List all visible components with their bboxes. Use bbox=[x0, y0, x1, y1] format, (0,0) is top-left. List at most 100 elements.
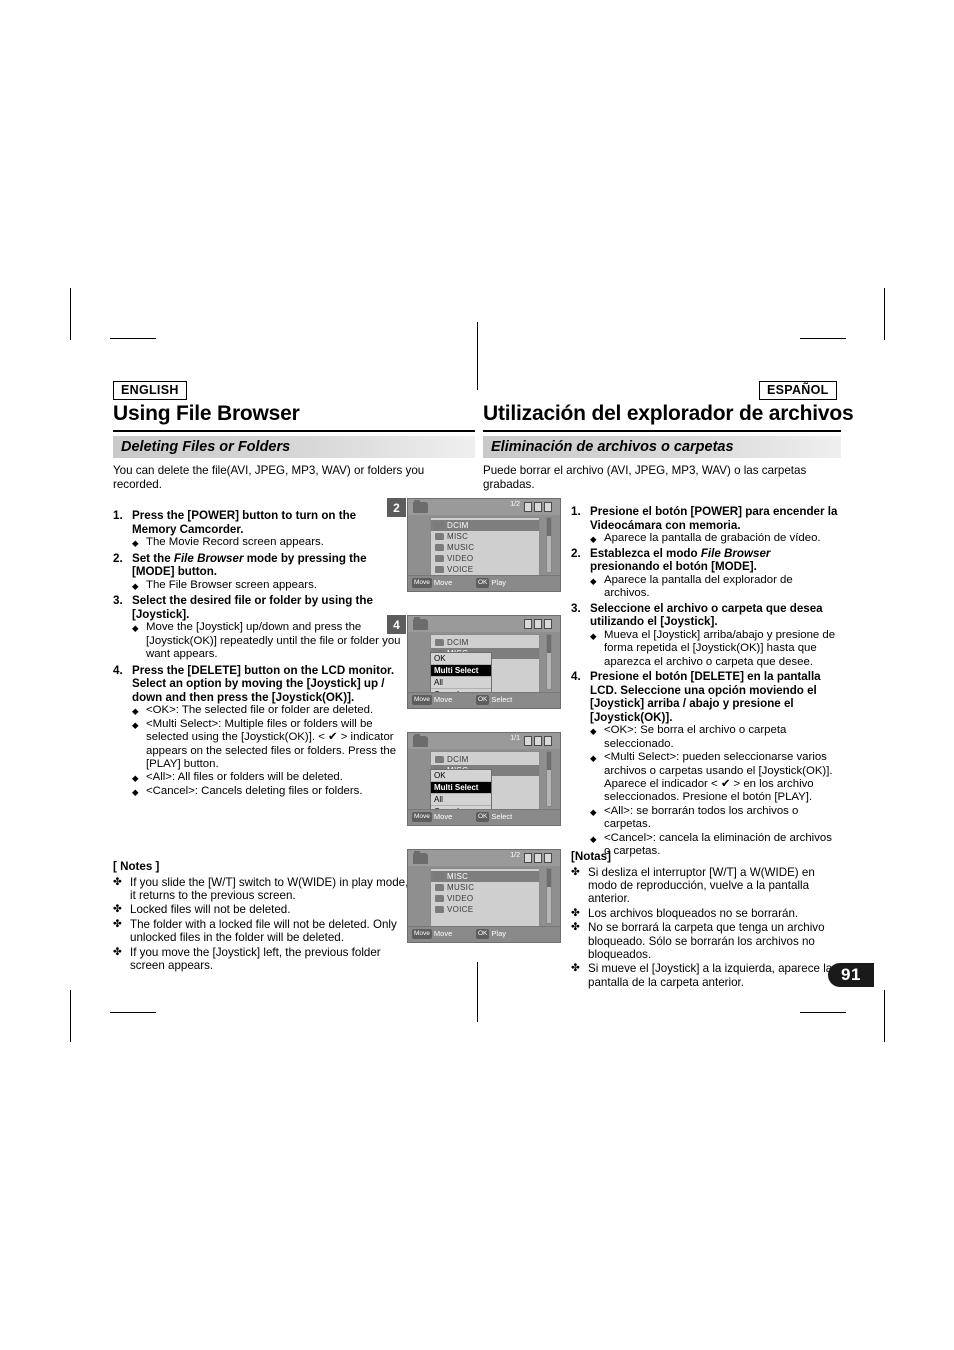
bullet-text: <OK>: The selected file or folder are de… bbox=[146, 704, 374, 717]
list-item-label: MISC bbox=[447, 872, 469, 881]
step-bullets: ◆ The File Browser screen appears. bbox=[113, 579, 403, 592]
folder-icon bbox=[435, 522, 444, 529]
note-text: Los archivos bloqueados no se borrarán. bbox=[588, 906, 799, 920]
folder-icon bbox=[435, 555, 444, 562]
clover-icon: ✤ bbox=[571, 921, 580, 934]
folder-icon bbox=[413, 734, 428, 747]
manual-page: ENGLISH Using File Browser Deleting File… bbox=[0, 0, 954, 1350]
scrollbar[interactable] bbox=[546, 868, 552, 924]
list-item[interactable]: DCIM bbox=[431, 520, 539, 531]
bullet-item: ◆ Move the [Joystick] up/down and press t… bbox=[113, 621, 403, 661]
folder-icon bbox=[435, 533, 444, 540]
bottom-left-hint: Move Move bbox=[412, 929, 452, 939]
list-item[interactable]: MISC bbox=[431, 871, 539, 882]
menu-item-all[interactable]: All bbox=[431, 794, 491, 806]
diamond-icon: ◆ bbox=[590, 575, 597, 586]
diamond-icon: ◆ bbox=[132, 538, 139, 549]
list-item[interactable]: DCIM bbox=[431, 754, 539, 765]
bullet-text: <All>: se borrarán todos los archivos o … bbox=[604, 804, 799, 831]
folder-icon bbox=[435, 544, 444, 551]
section-subhead-english: Deleting Files or Folders bbox=[113, 436, 475, 458]
list-item[interactable]: VOICE bbox=[431, 564, 539, 575]
diamond-icon: ◆ bbox=[590, 726, 597, 737]
language-tag-english: ENGLISH bbox=[113, 381, 187, 400]
battery-icon bbox=[524, 619, 556, 629]
step-text-italic: File Browser bbox=[173, 551, 244, 565]
list-item-label: MUSIC bbox=[447, 543, 475, 552]
title-rule-right bbox=[483, 430, 841, 432]
list-item[interactable]: MUSIC bbox=[431, 882, 539, 893]
joystick-key-icon: Move bbox=[412, 812, 432, 822]
menu-item-ok[interactable]: OK bbox=[431, 653, 491, 665]
list-item-label: VOICE bbox=[447, 565, 474, 574]
diamond-icon: ◆ bbox=[132, 786, 139, 797]
note-item: ✤ Los archivos bloqueados no se borrarán. bbox=[571, 907, 839, 920]
step-item: 1. Press the [POWER] button to turn on t… bbox=[113, 509, 403, 550]
bullet-item: ◆ Aparece la pantalla del explorador de a… bbox=[571, 574, 839, 601]
step-item: 2. Set the File Browser mode by pressing… bbox=[113, 552, 403, 593]
step-item: 4. Press the [DELETE] button on the LCD … bbox=[113, 664, 403, 799]
lcd-bottombar: Move Move OK Play bbox=[408, 926, 560, 942]
bullet-text: <All>: All files or folders will be dele… bbox=[146, 771, 343, 784]
column-divider-bottom bbox=[477, 962, 478, 1022]
scrollbar[interactable] bbox=[546, 634, 552, 690]
battery-icon bbox=[524, 736, 556, 746]
bullet-item: ◆ <OK>: Se borra el archivo o carpeta sel… bbox=[571, 724, 839, 751]
page-number: 91 bbox=[828, 963, 874, 987]
list-item[interactable]: VIDEO bbox=[431, 893, 539, 904]
list-item[interactable]: VOICE bbox=[431, 904, 539, 915]
bullet-text: Aparece la pantalla de grabación de víde… bbox=[604, 532, 821, 545]
menu-item-multi-select[interactable]: Multi Select bbox=[431, 782, 491, 794]
list-item-label: VIDEO bbox=[447, 894, 474, 903]
file-list[interactable]: DCIM MISC MUSIC VIDEO VOICE bbox=[430, 517, 540, 578]
intro-text-spanish: Puede borrar el archivo (AVI, JPEG, MP3,… bbox=[483, 464, 807, 491]
page-indicator: 1/2 bbox=[510, 501, 520, 508]
diamond-icon: ◆ bbox=[590, 753, 597, 764]
diamond-icon: ◆ bbox=[590, 630, 597, 641]
bullet-item: ◆ Aparece la pantalla de grabación de víd… bbox=[571, 532, 839, 545]
list-item[interactable]: DCIM bbox=[431, 637, 539, 648]
step-text-italic: File Browser bbox=[700, 546, 771, 560]
note-text: Si mueve el [Joystick] a la izquierda, a… bbox=[588, 962, 833, 989]
steps-list-english: 1. Press the [POWER] button to turn on t… bbox=[113, 509, 403, 799]
menu-item-all[interactable]: All bbox=[431, 677, 491, 689]
folder-icon bbox=[435, 873, 444, 880]
file-list[interactable]: MISC MUSIC VIDEO VOICE bbox=[430, 868, 540, 929]
folder-icon bbox=[435, 884, 444, 891]
diamond-icon: ◆ bbox=[590, 806, 597, 817]
bullet-text: <OK>: Se borra el archivo o carpeta sele… bbox=[604, 724, 787, 750]
step-text: Presione el botón [POWER] para encender … bbox=[590, 505, 838, 532]
clover-icon: ✤ bbox=[113, 903, 122, 916]
menu-item-multi-select[interactable]: Multi Select bbox=[431, 665, 491, 677]
step-text: Presione el botón [DELETE] en la pantall… bbox=[590, 670, 821, 724]
list-item-label: VIDEO bbox=[447, 554, 474, 563]
step-number: 3. bbox=[113, 594, 123, 608]
step-bullets: ◆ Aparece la pantalla de grabación de víd… bbox=[571, 532, 839, 545]
step-number: 2. bbox=[571, 546, 581, 560]
ok-key-icon: OK bbox=[476, 812, 490, 822]
ok-key-icon: OK bbox=[476, 695, 490, 705]
menu-item-ok[interactable]: OK bbox=[431, 770, 491, 782]
scrollbar[interactable] bbox=[546, 751, 552, 807]
list-item[interactable]: MISC bbox=[431, 531, 539, 542]
bottom-left-hint: Move Move bbox=[412, 578, 452, 588]
diamond-icon: ◆ bbox=[132, 719, 139, 730]
bottom-right-hint: OK Play bbox=[476, 578, 506, 588]
bullet-item: ◆ <All>: All files or folders will be del… bbox=[113, 771, 403, 784]
battery-icon bbox=[524, 853, 556, 863]
step-number: 4. bbox=[113, 663, 123, 677]
bottom-right-hint: OK Play bbox=[476, 929, 506, 939]
list-item-label: DCIM bbox=[447, 521, 469, 530]
clover-icon: ✤ bbox=[571, 865, 580, 878]
notes-block-english: [ Notes ] ✤ If you slide the [W/T] switch… bbox=[113, 860, 413, 973]
bullet-item: ◆ The Movie Record screen appears. bbox=[113, 536, 403, 549]
list-item[interactable] bbox=[431, 915, 539, 926]
step-bullets: ◆ Aparece la pantalla del explorador de a… bbox=[571, 574, 839, 601]
notes-list: ✤ Si desliza el interruptor [W/T] a W(WID… bbox=[571, 866, 839, 990]
section-subhead-spanish: Eliminación de archivos o carpetas bbox=[483, 436, 841, 458]
scrollbar[interactable] bbox=[546, 517, 552, 573]
list-item[interactable]: VIDEO bbox=[431, 553, 539, 564]
list-item[interactable]: MUSIC bbox=[431, 542, 539, 553]
notes-list: ✤ If you slide the [W/T] switch to W(WIDE… bbox=[113, 876, 413, 973]
crop-mark-right bbox=[884, 288, 885, 340]
